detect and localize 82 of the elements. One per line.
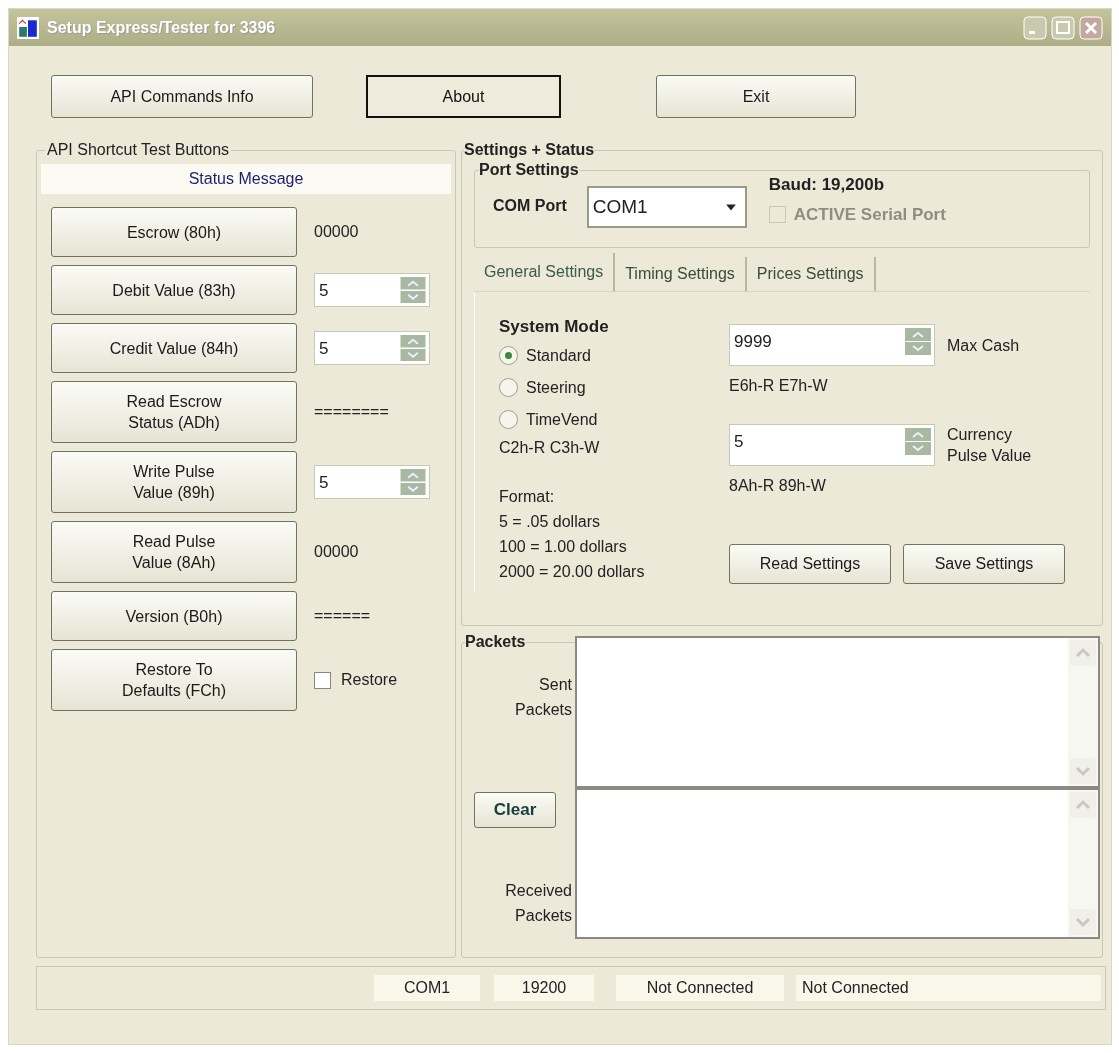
spin-up-icon[interactable] — [400, 335, 426, 348]
spin-down-icon[interactable] — [905, 342, 931, 355]
spinner-field[interactable]: 5 — [729, 424, 935, 466]
minimize-icon[interactable] — [1023, 15, 1047, 40]
radio-label: TimeVend — [526, 409, 598, 430]
status-message: Status Message — [41, 164, 451, 194]
command-button[interactable]: Escrow (80h) — [51, 207, 297, 257]
status-panel: Not Connected — [616, 975, 784, 1001]
spin-up-icon[interactable] — [905, 328, 931, 341]
format-note: Format: — [499, 486, 556, 507]
toolbar-button[interactable]: API Commands Info — [51, 75, 313, 118]
packet-log[interactable] — [575, 636, 1100, 788]
app-icon — [17, 16, 39, 39]
baud-rate: Baud: 19,200b — [768, 174, 886, 196]
scroll-up-icon[interactable] — [1068, 789, 1098, 820]
maximize-icon[interactable] — [1051, 15, 1075, 40]
status-panel: Not Connected — [796, 975, 1101, 1001]
result-value: ====== — [314, 606, 371, 626]
result-value: 00000 — [314, 222, 359, 242]
spin-down-icon[interactable] — [400, 290, 426, 303]
command-button[interactable]: Restore To Defaults (FCh) — [51, 649, 297, 711]
checkbox-label: ACTIVE Serial Port — [793, 203, 946, 226]
format-note: 5 = .05 dollars — [499, 511, 601, 532]
command-button[interactable]: Credit Value (84h) — [51, 323, 297, 373]
command-button[interactable]: Read Pulse Value (8Ah) — [51, 521, 297, 583]
register-codes: C2h-R C3h-W — [499, 437, 601, 458]
spin-down-icon[interactable] — [905, 442, 931, 455]
settings-tab[interactable]: Prices Settings — [746, 257, 876, 291]
command-button[interactable]: Write Pulse Value (89h) — [51, 451, 297, 513]
field-label: COM Port — [493, 196, 567, 216]
group-title: Packets — [465, 632, 526, 652]
settings-button[interactable]: Save Settings — [903, 543, 1065, 584]
toolbar-button[interactable]: About — [366, 75, 561, 118]
spin-up-icon[interactable] — [400, 277, 426, 290]
spin-up-icon[interactable] — [400, 469, 426, 482]
spinner-field[interactable]: 5 — [314, 331, 430, 365]
radio-label: Standard — [526, 345, 591, 366]
window-title: Setup Express/Tester for 3396 — [47, 17, 276, 38]
field-label: Received Packets — [505, 881, 572, 926]
result-value: ======== — [314, 402, 389, 422]
radio-label: Steering — [526, 377, 586, 398]
close-icon[interactable] — [1079, 15, 1103, 40]
spinner-field[interactable]: 9999 — [729, 324, 935, 366]
settings-tab[interactable]: Timing Settings — [615, 257, 747, 291]
format-note: 2000 = 20.00 dollars — [499, 561, 646, 582]
spinner-field[interactable]: 5 — [314, 273, 430, 307]
format-note: 100 = 1.00 dollars — [499, 536, 628, 557]
command-button[interactable]: Read Escrow Status (ADh) — [51, 381, 297, 443]
section-title: System Mode — [499, 316, 610, 338]
toolbar-button[interactable]: Exit — [656, 75, 856, 118]
checkbox[interactable] — [314, 671, 331, 689]
radio-button[interactable] — [499, 378, 518, 397]
packet-log[interactable] — [575, 787, 1100, 939]
group-title: Settings + Status — [464, 140, 595, 160]
settings-tab[interactable]: General Settings — [474, 253, 616, 291]
group-title: Port Settings — [479, 160, 579, 180]
scrollbar[interactable] — [1068, 638, 1098, 786]
register-codes: E6h-R E7h-W — [729, 376, 829, 396]
radio-button[interactable] — [499, 346, 518, 365]
spin-down-icon[interactable] — [400, 482, 426, 495]
checkbox-label: Restore — [341, 670, 398, 690]
command-button[interactable]: Version (B0h) — [51, 591, 297, 641]
settings-button[interactable]: Read Settings — [729, 543, 891, 584]
status-panel: 19200 — [494, 975, 594, 1001]
clear-button[interactable]: Clear — [474, 792, 556, 828]
spin-down-icon[interactable] — [400, 348, 426, 361]
field-label: Currency Pulse Value — [947, 425, 1032, 466]
register-codes: 8Ah-R 89h-W — [729, 476, 827, 496]
radio-button[interactable] — [499, 410, 518, 429]
field-label: Sent Packets — [515, 675, 572, 720]
field-label: Max Cash — [947, 335, 1020, 356]
scroll-up-icon[interactable] — [1068, 638, 1098, 668]
scrollbar[interactable] — [1068, 789, 1098, 937]
spin-up-icon[interactable] — [905, 428, 931, 441]
group-title: API Shortcut Test Buttons — [46, 140, 231, 160]
scroll-down-icon[interactable] — [1068, 907, 1098, 937]
result-value: 00000 — [314, 542, 359, 562]
com-port-dropdown[interactable]: COM1 — [586, 186, 747, 228]
command-button[interactable]: Debit Value (83h) — [51, 265, 297, 315]
status-panel: COM1 — [374, 975, 480, 1001]
scroll-down-icon[interactable] — [1068, 755, 1098, 786]
spinner-field[interactable]: 5 — [314, 465, 430, 499]
